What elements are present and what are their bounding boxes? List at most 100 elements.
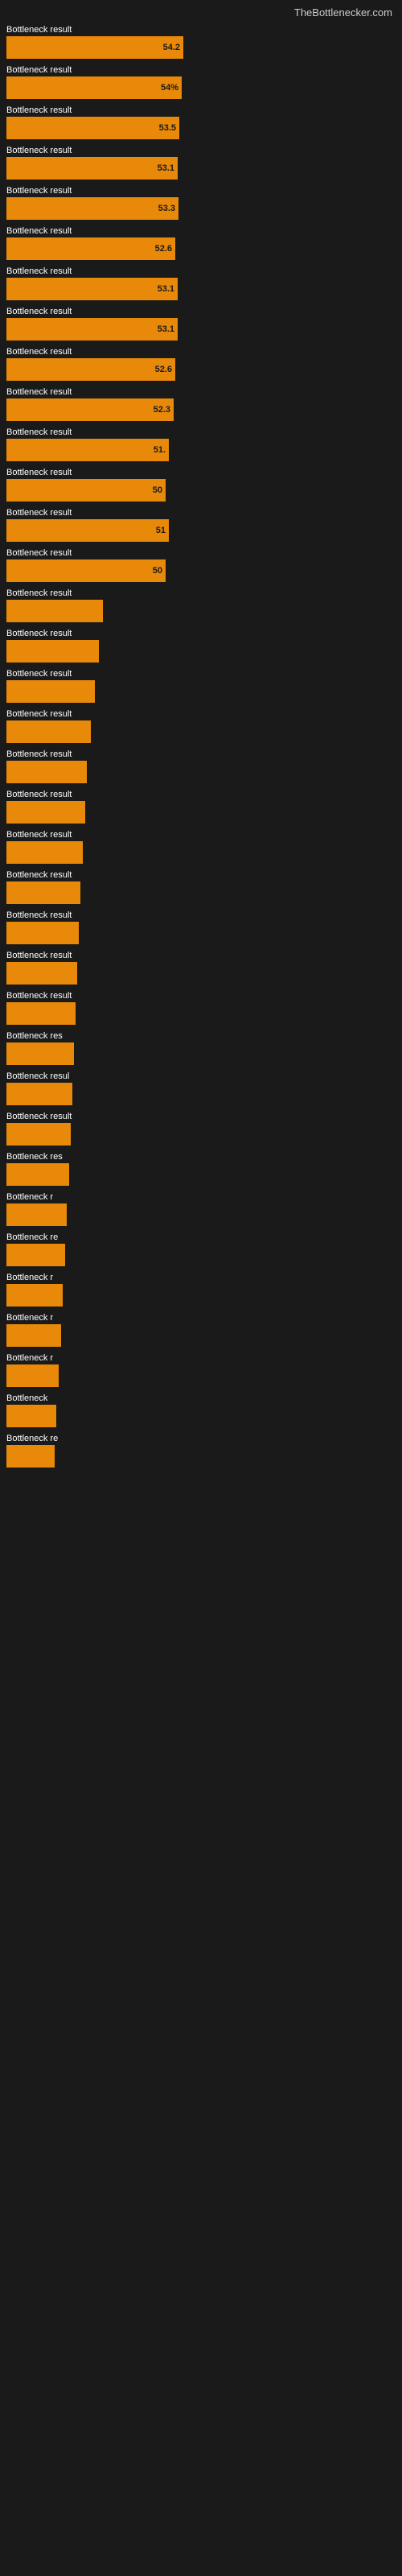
bar-value: 51	[156, 526, 166, 535]
bar-line: 54.2	[6, 36, 396, 59]
bar-line: 51.	[6, 439, 396, 461]
item-label: Bottleneck re	[6, 1232, 396, 1242]
item-label: Bottleneck result	[6, 669, 396, 679]
list-item: Bottleneck result	[0, 988, 402, 1028]
header: TheBottlenecker.com	[0, 0, 402, 22]
list-item: Bottleneck result	[0, 1108, 402, 1149]
item-label: Bottleneck result	[6, 146, 396, 155]
list-item: Bottleneck result 53.3	[0, 183, 402, 223]
item-label: Bottleneck result	[6, 266, 396, 276]
item-label: Bottleneck result	[6, 226, 396, 236]
list-item: Bottleneck res	[0, 1028, 402, 1068]
bar: 51.	[6, 439, 169, 461]
bar: 52.3	[6, 398, 174, 421]
bar-line	[6, 1002, 396, 1025]
list-item: Bottleneck res	[0, 1149, 402, 1189]
item-label: Bottleneck res	[6, 1152, 396, 1162]
item-label: Bottleneck result	[6, 105, 396, 115]
bar	[6, 1244, 65, 1266]
bar: 52.6	[6, 237, 175, 260]
bar-line	[6, 801, 396, 824]
bar-line	[6, 680, 396, 703]
bar-line	[6, 1284, 396, 1307]
list-item: Bottleneck result	[0, 786, 402, 827]
bar-line: 53.1	[6, 318, 396, 341]
list-item: Bottleneck result51.	[0, 424, 402, 464]
item-label: Bottleneck r	[6, 1313, 396, 1323]
item-label: Bottleneck r	[6, 1273, 396, 1282]
bar-value: 50	[153, 566, 162, 576]
item-label: Bottleneck result	[6, 951, 396, 960]
item-label: Bottleneck result	[6, 25, 396, 35]
bar-value: 50	[153, 485, 162, 495]
item-label: Bottleneck re	[6, 1434, 396, 1443]
bar	[6, 1364, 59, 1387]
list-item: Bottleneck result	[0, 746, 402, 786]
bar	[6, 600, 103, 622]
bar: 53.1	[6, 278, 178, 300]
list-item: Bottleneck re	[0, 1430, 402, 1471]
bar	[6, 1405, 56, 1427]
bar-line	[6, 962, 396, 985]
list-item: Bottleneck r	[0, 1350, 402, 1390]
list-item: Bottleneck result	[0, 585, 402, 625]
bar-value: 54.2	[163, 43, 180, 52]
bar-line: 53.5	[6, 117, 396, 139]
bar	[6, 1284, 63, 1307]
bar-value: 53.1	[158, 324, 174, 334]
bar: 53.5	[6, 117, 179, 139]
list-item: Bottleneck	[0, 1390, 402, 1430]
bar-line	[6, 881, 396, 904]
item-label: Bottleneck result	[6, 347, 396, 357]
bar	[6, 1324, 61, 1347]
item-label: Bottleneck result	[6, 870, 396, 880]
bar-line	[6, 1123, 396, 1146]
list-item: Bottleneck result 54.2	[0, 22, 402, 62]
bar-line	[6, 1203, 396, 1226]
item-label: Bottleneck r	[6, 1353, 396, 1363]
bar-line: 52.3	[6, 398, 396, 421]
bar	[6, 1042, 74, 1065]
bar-line: 51	[6, 519, 396, 542]
bar-line	[6, 1244, 396, 1266]
bar-line	[6, 1364, 396, 1387]
bar-line: 53.1	[6, 157, 396, 180]
list-item: Bottleneck resul	[0, 1068, 402, 1108]
bar-value: 53.1	[158, 284, 174, 294]
bar	[6, 1002, 76, 1025]
bar-line	[6, 1405, 396, 1427]
list-item: Bottleneck result 53.5	[0, 102, 402, 142]
bar-line: 52.6	[6, 358, 396, 381]
list-item: Bottleneck r	[0, 1269, 402, 1310]
bar	[6, 881, 80, 904]
bar	[6, 680, 95, 703]
bar: 50	[6, 559, 166, 582]
bar-value: 53.5	[159, 123, 176, 133]
bar-line	[6, 1163, 396, 1186]
bar	[6, 1445, 55, 1468]
item-label: Bottleneck result	[6, 186, 396, 196]
bar	[6, 1163, 69, 1186]
bar-value: 53.3	[158, 204, 175, 213]
list-item: Bottleneck r	[0, 1189, 402, 1229]
list-item: Bottleneck result 53.1	[0, 303, 402, 344]
bar-value: 52.6	[155, 244, 172, 254]
bar	[6, 841, 83, 864]
item-label: Bottleneck result	[6, 307, 396, 316]
bar	[6, 801, 85, 824]
list-item: Bottleneck result50	[0, 464, 402, 505]
bar: 54%	[6, 76, 182, 99]
bar	[6, 761, 87, 783]
bar: 54.2	[6, 36, 183, 59]
item-label: Bottleneck	[6, 1393, 396, 1403]
list-item: Bottleneck result	[0, 706, 402, 746]
item-label: Bottleneck result	[6, 749, 396, 759]
bar-value: 52.3	[154, 405, 170, 415]
item-label: Bottleneck result	[6, 910, 396, 920]
list-item: Bottleneck result	[0, 625, 402, 666]
bar-line	[6, 761, 396, 783]
list-item: Bottleneck result51	[0, 505, 402, 545]
bar: 50	[6, 479, 166, 502]
bar	[6, 922, 79, 944]
bar	[6, 1083, 72, 1105]
